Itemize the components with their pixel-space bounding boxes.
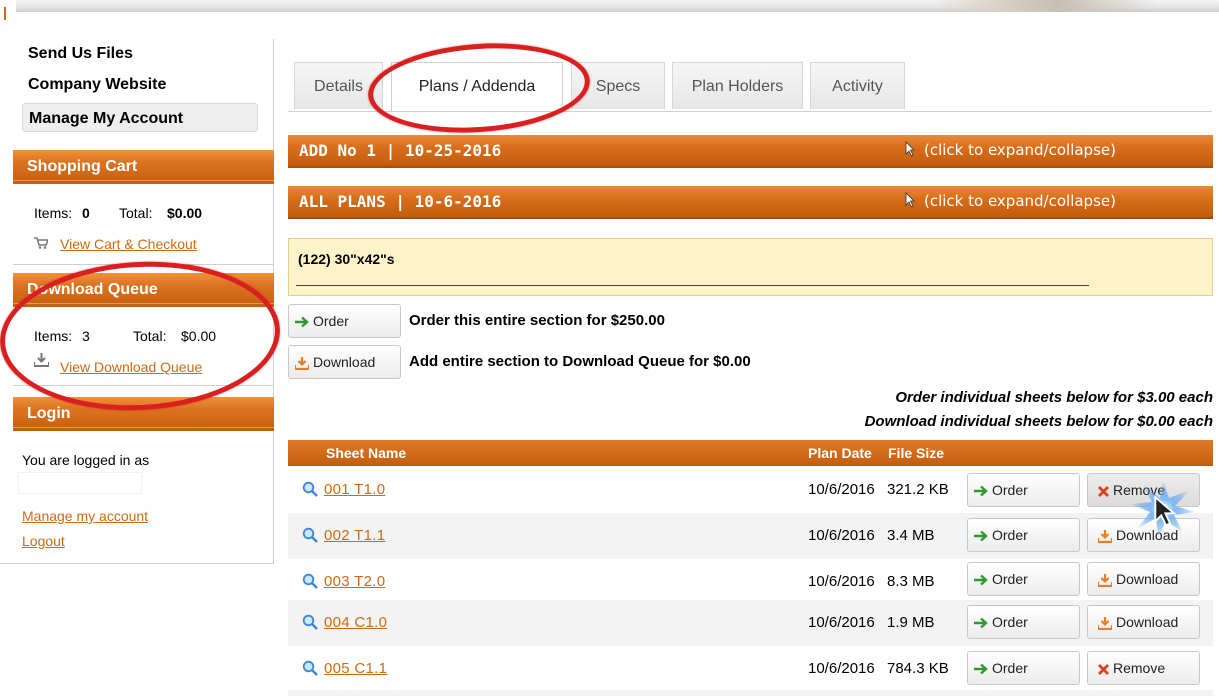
expand-collapse-label[interactable]: (click to expand/collapse) [924, 186, 1116, 217]
plan-date: 10/6/2016 [808, 614, 875, 631]
tab-activity[interactable]: Activity [810, 62, 905, 109]
download-section-text: Add entire section to Download Queue for… [409, 353, 751, 370]
row-order-button[interactable]: Order [967, 518, 1080, 552]
pointer-icon [905, 192, 915, 208]
section-title: ADD No 1 | 10-25-2016 [299, 141, 502, 160]
column-file-size: File Size [888, 445, 945, 461]
shopping-cart-box [13, 184, 274, 265]
expand-collapse-label[interactable]: (click to expand/collapse) [924, 135, 1116, 166]
column-plan-date: Plan Date [808, 445, 872, 461]
arrow-right-icon [974, 530, 988, 542]
remove-x-icon [1098, 663, 1109, 675]
section-title: ALL PLANS | 10-6-2016 [299, 192, 502, 211]
section-all-plans[interactable]: ALL PLANS | 10-6-2016 (click to expand/c… [288, 186, 1213, 219]
mouse-cursor-icon [1154, 496, 1177, 527]
magnifier-icon[interactable] [302, 481, 318, 497]
send-us-files-link[interactable]: Send Us Files [28, 45, 133, 63]
banner-image [936, 0, 1156, 12]
manage-my-account-link[interactable]: Manage My Account [22, 103, 258, 132]
file-size: 8.3 MB [887, 573, 935, 590]
file-size: 3.4 MB [887, 527, 935, 544]
plan-date: 10/6/2016 [808, 527, 875, 544]
logged-in-text: You are logged in as [22, 452, 150, 468]
download-label: Download [1116, 614, 1179, 630]
company-website-link[interactable]: Company Website [28, 76, 166, 94]
pointer-icon [905, 141, 915, 157]
download-icon [295, 356, 309, 370]
arrow-right-icon [974, 574, 988, 586]
tab-plan-holders[interactable]: Plan Holders [672, 62, 803, 109]
row-order-button[interactable]: Order [967, 605, 1080, 639]
sheet-size-box: (122) 30"x42"s [288, 238, 1213, 296]
row-download-button[interactable]: Download [1087, 605, 1200, 639]
order-label: Order [992, 482, 1028, 498]
order-section-button[interactable]: Order [288, 304, 401, 338]
magnifier-icon[interactable] [302, 660, 318, 676]
download-label: Download [313, 354, 376, 370]
file-size: 784.3 KB [887, 660, 949, 677]
file-size: 1.9 MB [887, 614, 935, 631]
row-order-button[interactable]: Order [967, 473, 1080, 507]
section-add-no-1[interactable]: ADD No 1 | 10-25-2016 (click to expand/c… [288, 135, 1213, 168]
annotation-circle-plans-tab [365, 36, 593, 140]
sheet-size-label: (122) 30"x42"s [298, 251, 395, 267]
sheet-link[interactable]: 002 T1.1 [324, 527, 385, 544]
plan-date: 10/6/2016 [808, 481, 875, 498]
magnifier-icon[interactable] [302, 573, 318, 589]
file-size: 321.2 KB [887, 481, 949, 498]
sheet-link[interactable]: 003 T2.0 [324, 573, 385, 590]
download-individual-note: Download individual sheets below for $0.… [864, 413, 1213, 430]
cart-items-value: 0 [82, 205, 90, 221]
remove-label: Remove [1113, 660, 1166, 676]
table-header: Sheet Name Plan Date File Size [288, 440, 1213, 466]
download-icon [1098, 529, 1112, 543]
username-redacted [18, 472, 142, 494]
row-remove-button[interactable]: Remove [1087, 651, 1200, 685]
sheet-link[interactable]: 004 C1.0 [324, 614, 387, 631]
shopping-cart-header: Shopping Cart [13, 150, 274, 184]
top-banner [16, 0, 1219, 12]
divider [296, 285, 1089, 286]
download-icon [1098, 616, 1112, 630]
arrow-right-icon [295, 316, 309, 328]
order-section-text: Order this entire section for $250.00 [409, 312, 665, 329]
remove-x-icon [1098, 485, 1109, 497]
order-label: Order [992, 660, 1028, 676]
column-sheet-name: Sheet Name [326, 445, 407, 461]
download-icon [1098, 573, 1112, 587]
order-label: Order [992, 571, 1028, 587]
sheet-link[interactable]: 001 T1.0 [324, 481, 385, 498]
row-order-button[interactable]: Order [967, 562, 1080, 596]
arrow-right-icon [974, 485, 988, 497]
left-edge-mark [4, 7, 6, 20]
magnifier-icon[interactable] [302, 614, 318, 630]
cart-total-label: Total: [119, 205, 153, 221]
download-section-button[interactable]: Download [288, 345, 401, 379]
cart-items-label: Items: [34, 205, 73, 221]
manage-my-account-sidebar-link[interactable]: Manage my account [22, 508, 148, 524]
magnifier-icon[interactable] [302, 527, 318, 543]
row-order-button[interactable]: Order [967, 651, 1080, 685]
order-label: Order [313, 313, 349, 329]
plan-date: 10/6/2016 [808, 660, 875, 677]
next-row-edge [288, 690, 1213, 696]
plan-date: 10/6/2016 [808, 573, 875, 590]
sheet-link[interactable]: 005 C1.1 [324, 660, 387, 677]
row-download-button[interactable]: Download [1087, 562, 1200, 596]
cart-icon [34, 237, 48, 249]
logout-link[interactable]: Logout [22, 533, 65, 549]
arrow-right-icon [974, 663, 988, 675]
cart-total-value: $0.00 [167, 205, 203, 221]
order-individual-note: Order individual sheets below for $3.00 … [895, 389, 1213, 406]
order-label: Order [992, 614, 1028, 630]
order-label: Order [992, 527, 1028, 543]
download-label: Download [1116, 571, 1179, 587]
view-cart-checkout-link[interactable]: View Cart & Checkout [60, 236, 197, 252]
arrow-right-icon [974, 617, 988, 629]
